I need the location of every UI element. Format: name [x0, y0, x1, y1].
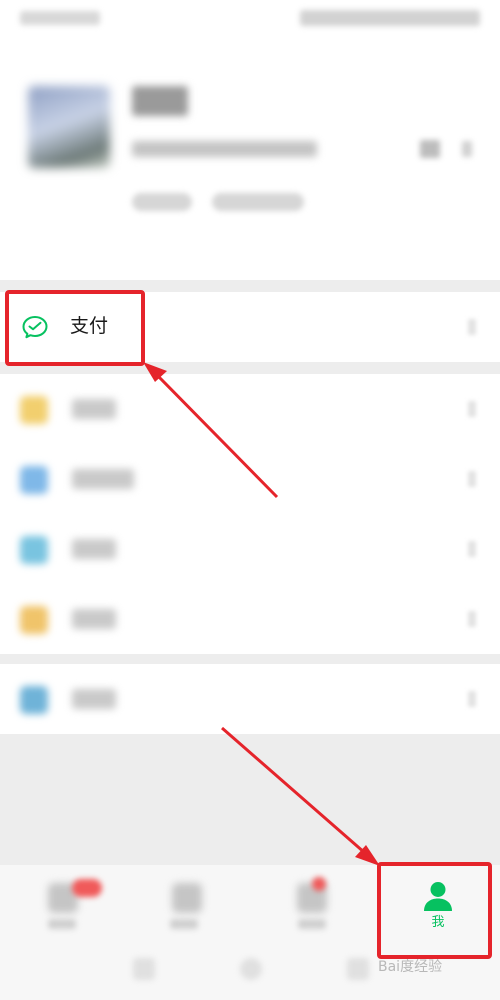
annotation-arrows	[143, 362, 380, 866]
arrow-to-pay-line	[156, 374, 279, 499]
arrow-to-pay-head	[143, 362, 167, 382]
arrow-to-me-line	[221, 726, 366, 855]
